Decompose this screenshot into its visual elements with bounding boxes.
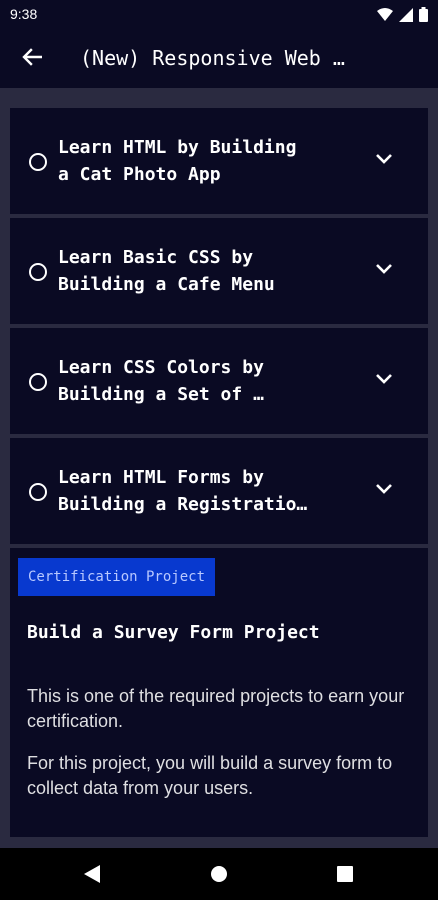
battery-icon xyxy=(419,7,428,26)
project-description: This is one of the required projects to … xyxy=(27,686,405,731)
wifi-icon xyxy=(377,7,393,26)
signal-icon xyxy=(399,7,413,26)
project-description: For this project, you will build a surve… xyxy=(27,753,393,798)
page-title: (New) Responsive Web … xyxy=(80,46,345,70)
incomplete-circle-icon xyxy=(29,373,47,391)
project-card[interactable]: Certification Project Build a Survey For… xyxy=(10,548,428,837)
system-nav-bar xyxy=(0,848,438,900)
list-item[interactable]: Learn HTML by Building a Cat Photo App xyxy=(10,108,428,214)
incomplete-circle-icon xyxy=(29,263,47,281)
project-title: Build a Survey Form Project xyxy=(27,622,320,643)
lesson-label: Learn HTML by Building a Cat Photo App xyxy=(58,137,297,185)
chevron-down-icon[interactable] xyxy=(374,479,394,499)
back-button[interactable] xyxy=(12,44,52,74)
lesson-label: Learn Basic CSS by Building a Cafe Menu xyxy=(58,247,275,295)
arrow-left-icon xyxy=(22,48,43,70)
home-circle-icon[interactable] xyxy=(207,862,231,886)
list-item[interactable]: Learn HTML Forms by Building a Registrat… xyxy=(10,438,428,544)
incomplete-circle-icon xyxy=(29,483,47,501)
lesson-label: Learn HTML Forms by Building a Registrat… xyxy=(58,467,308,515)
status-icons xyxy=(377,7,428,26)
list-item[interactable]: Learn CSS Colors by Building a Set of … xyxy=(10,328,428,434)
status-bar: 9:38 xyxy=(0,0,438,30)
lesson-label: Learn CSS Colors by Building a Set of … xyxy=(58,357,264,405)
incomplete-circle-icon xyxy=(29,153,47,171)
list-item[interactable]: Learn Basic CSS by Building a Cafe Menu xyxy=(10,218,428,324)
chevron-down-icon[interactable] xyxy=(374,369,394,389)
app-bar: (New) Responsive Web … xyxy=(0,30,438,88)
chevron-down-icon[interactable] xyxy=(374,259,394,279)
back-triangle-icon[interactable] xyxy=(80,862,104,886)
certification-badge: Certification Project xyxy=(18,558,216,596)
recents-square-icon[interactable] xyxy=(333,862,357,886)
chevron-down-icon[interactable] xyxy=(374,149,394,169)
status-time: 9:38 xyxy=(10,6,38,22)
